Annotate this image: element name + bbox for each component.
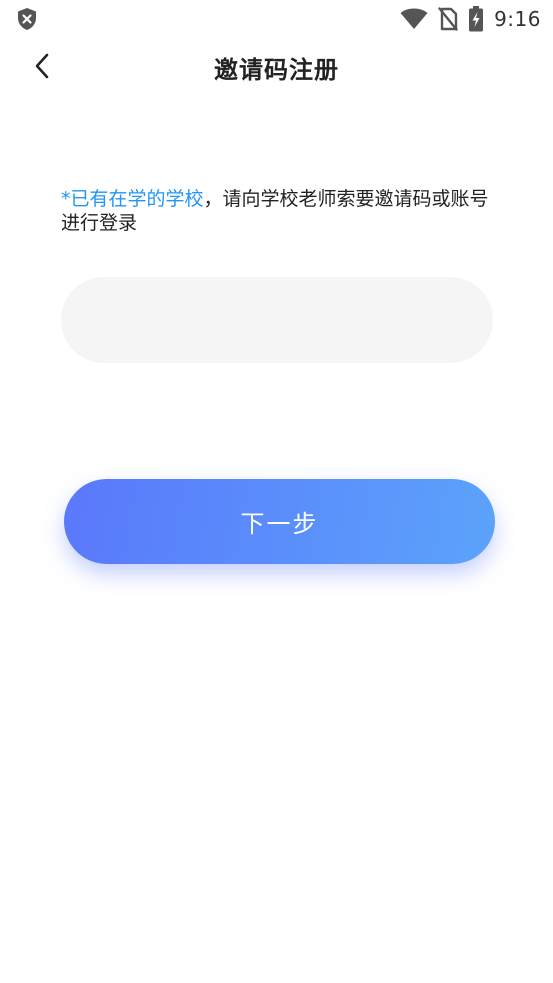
nav-bar: 邀请码注册 — [0, 38, 553, 94]
next-step-button[interactable]: 下一步 — [64, 479, 495, 564]
next-step-label: 下一步 — [240, 510, 319, 538]
shield-x-icon — [16, 7, 38, 31]
status-right-group: 9:16 — [400, 5, 541, 33]
wifi-icon — [400, 8, 428, 30]
status-bar: 9:16 — [0, 0, 553, 38]
invite-code-input[interactable] — [61, 277, 493, 363]
invite-code-field[interactable] — [61, 277, 493, 363]
hint-highlight: *已有在学的学校 — [61, 188, 204, 210]
invite-hint: *已有在学的学校，请向学校老师索要邀请码或账号进行登录 — [61, 187, 493, 235]
status-time: 9:16 — [494, 7, 541, 31]
battery-charging-icon — [468, 6, 484, 32]
no-sim-icon — [438, 7, 458, 31]
page-title: 邀请码注册 — [214, 56, 339, 84]
